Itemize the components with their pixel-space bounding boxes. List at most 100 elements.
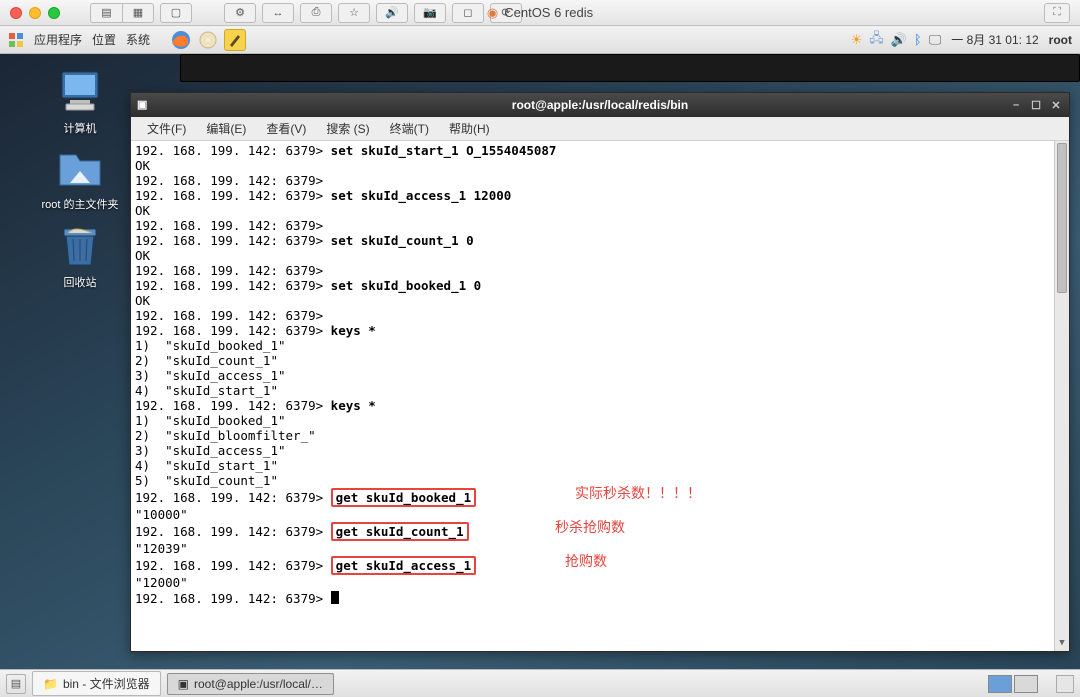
vm-audio-icon[interactable]: 🔊	[376, 3, 408, 23]
terminal-window: ▣ root@apple:/usr/local/redis/bin – ☐ ✕ …	[130, 92, 1070, 652]
menu-system[interactable]: 系统	[126, 31, 150, 48]
terminal-titlebar[interactable]: ▣ root@apple:/usr/local/redis/bin – ☐ ✕	[131, 93, 1069, 117]
terminal-minimize-button[interactable]: –	[1007, 97, 1025, 113]
desktop-computer-label: 计算机	[64, 120, 97, 136]
vm-display-icon[interactable]: ◻	[452, 3, 484, 23]
terminal-line: OK	[135, 203, 1065, 218]
maximize-window-button[interactable]	[48, 7, 60, 19]
mac-toolbar-icons: ▤ ▦ ▢ ⚙ ↔ ⎙ ☆ 🔊 📷 ◻ ⟳	[90, 3, 522, 23]
terminal-line: 4) "skuId_start_1"	[135, 458, 1065, 473]
note-launcher-icon[interactable]	[224, 29, 246, 51]
mac-titlebar: ▤ ▦ ▢ ⚙ ↔ ⎙ ☆ 🔊 📷 ◻ ⟳ ◉ CentOS 6 redis ⛶	[0, 0, 1080, 26]
firefox-launcher-icon[interactable]	[170, 29, 192, 51]
centos-icon: ◉	[487, 5, 498, 21]
highlighted-command: get skuId_access_1	[331, 556, 476, 575]
terminal-menubar: 文件(F) 编辑(E) 查看(V) 搜索 (S) 终端(T) 帮助(H)	[131, 117, 1069, 141]
minimize-window-button[interactable]	[29, 7, 41, 19]
terminal-line: 192. 168. 199. 142: 6379>	[135, 308, 1065, 323]
volume-icon[interactable]: 🔊	[891, 32, 907, 48]
terminal-icon: ▣	[137, 98, 151, 112]
terminal-line: OK	[135, 293, 1065, 308]
terminal-menu-search[interactable]: 搜索 (S)	[316, 117, 379, 140]
vm-resize-icon[interactable]: ↔	[262, 3, 294, 23]
workspace-1[interactable]	[988, 675, 1012, 693]
window-controls	[10, 7, 60, 19]
terminal-line: 1) "skuId_booked_1"	[135, 338, 1065, 353]
bluetooth-icon[interactable]: ᛒ	[914, 32, 922, 47]
terminal-menu-view[interactable]: 查看(V)	[256, 117, 316, 140]
close-window-button[interactable]	[10, 7, 22, 19]
terminal-close-button[interactable]: ✕	[1047, 97, 1065, 113]
menu-places[interactable]: 位置	[92, 31, 116, 48]
vm-settings-icon[interactable]: ⚙	[224, 3, 256, 23]
terminal-line: 192. 168. 199. 142: 6379> get skuId_coun…	[135, 522, 1065, 541]
terminal-line: 192. 168. 199. 142: 6379> keys *	[135, 323, 1065, 338]
vm-printer-icon[interactable]: ⎙	[300, 3, 332, 23]
desktop-trash-icon[interactable]: 回收站	[35, 222, 125, 290]
desktop-trash-label: 回收站	[64, 274, 97, 290]
trash-applet[interactable]	[1056, 675, 1074, 693]
disc-launcher-icon[interactable]	[197, 29, 219, 51]
user-label[interactable]: root	[1049, 33, 1072, 47]
gnome-tray: ☀ 🖧 🔊 ᛒ 🖵 一 8月 31 01: 12 root	[851, 29, 1072, 51]
terminal-line: 192. 168. 199. 142: 6379>	[135, 173, 1065, 188]
vm-fullscreen-button[interactable]: ⛶	[1044, 3, 1070, 23]
highlighted-command: get skuId_booked_1	[331, 488, 476, 507]
terminal-body[interactable]: ▲ ▼ 192. 168. 199. 142: 6379> set skuId_…	[131, 141, 1069, 651]
terminal-line: 2) "skuId_count_1"	[135, 353, 1065, 368]
terminal-line: 1) "skuId_booked_1"	[135, 413, 1065, 428]
desktop-computer-icon[interactable]: 计算机	[35, 68, 125, 136]
display-icon[interactable]: 🖵	[929, 32, 942, 48]
terminal-line: OK	[135, 248, 1065, 263]
menu-applications[interactable]: 应用程序	[34, 31, 82, 48]
terminal-line: 192. 168. 199. 142: 6379> set skuId_book…	[135, 278, 1065, 293]
gnome-main-menu: 应用程序 位置 系统	[8, 29, 246, 51]
terminal-line: "12000"	[135, 575, 1065, 590]
terminal-cursor	[331, 591, 339, 604]
terminal-line: 2) "skuId_bloomfilter_"	[135, 428, 1065, 443]
terminal-line: 3) "skuId_access_1"	[135, 443, 1065, 458]
annotation-text: 实际秒杀数！！！！	[575, 487, 701, 502]
vm-view-toggle[interactable]: ▦	[122, 3, 154, 23]
scroll-down-arrow[interactable]: ▼	[1055, 636, 1069, 651]
terminal-line: 192. 168. 199. 142: 6379> set skuId_coun…	[135, 233, 1065, 248]
network-icon[interactable]: 🖧	[869, 29, 884, 51]
clock-text[interactable]: 一 8月 31 01: 12	[951, 31, 1038, 48]
vm-camera-icon[interactable]: 📷	[414, 3, 446, 23]
vm-pause-button[interactable]: ▢	[160, 3, 192, 23]
terminal-line: 192. 168. 199. 142: 6379> keys *	[135, 398, 1065, 413]
applications-icon	[8, 32, 24, 48]
vm-sidebar-toggle[interactable]: ▤	[90, 3, 122, 23]
terminal-menu-help[interactable]: 帮助(H)	[439, 117, 500, 140]
background-strip	[180, 54, 1080, 82]
terminal-line: 192. 168. 199. 142: 6379>	[135, 218, 1065, 233]
scrollbar-thumb[interactable]	[1057, 143, 1067, 293]
workspace-2[interactable]	[1014, 675, 1038, 693]
task-file-browser[interactable]: 📁 bin - 文件浏览器	[32, 671, 161, 696]
terminal-menu-edit[interactable]: 编辑(E)	[196, 117, 256, 140]
terminal-line: 192. 168. 199. 142: 6379>	[135, 263, 1065, 278]
show-desktop-button[interactable]: ▤	[6, 674, 26, 694]
vm-favorite-icon[interactable]: ☆	[338, 3, 370, 23]
terminal-task-icon: ▣	[178, 677, 189, 691]
desktop-home-icon[interactable]: root 的主文件夹	[35, 144, 125, 212]
terminal-line: 4) "skuId_start_1"	[135, 383, 1065, 398]
terminal-title-text: root@apple:/usr/local/redis/bin	[512, 98, 688, 112]
terminal-menu-file[interactable]: 文件(F)	[137, 117, 196, 140]
terminal-line: OK	[135, 158, 1065, 173]
mac-window-title: ◉ CentOS 6 redis	[487, 5, 593, 21]
task-terminal[interactable]: ▣ root@apple:/usr/local/…	[167, 673, 334, 695]
terminal-line: 192. 168. 199. 142: 6379> get skuId_acce…	[135, 556, 1065, 575]
desktop-home-label: root 的主文件夹	[41, 196, 118, 212]
task-terminal-label: root@apple:/usr/local/…	[194, 677, 323, 691]
update-icon[interactable]: ☀	[851, 32, 863, 48]
terminal-menu-terminal[interactable]: 终端(T)	[380, 117, 439, 140]
terminal-maximize-button[interactable]: ☐	[1027, 97, 1045, 113]
terminal-line: 192. 168. 199. 142: 6379> set skuId_star…	[135, 143, 1065, 158]
vm-title-text: CentOS 6 redis	[504, 5, 593, 20]
terminal-line: 192. 168. 199. 142: 6379>	[135, 590, 1065, 606]
folder-icon: 📁	[43, 677, 58, 691]
task-file-browser-label: bin - 文件浏览器	[63, 675, 150, 692]
desktop[interactable]: 计算机 root 的主文件夹 回收站 ▣ root@apple:/usr/loc…	[0, 54, 1080, 669]
gnome-top-panel: 应用程序 位置 系统 ☀ 🖧 🔊 ᛒ 🖵 一 8月 31 01: 12 root	[0, 26, 1080, 54]
